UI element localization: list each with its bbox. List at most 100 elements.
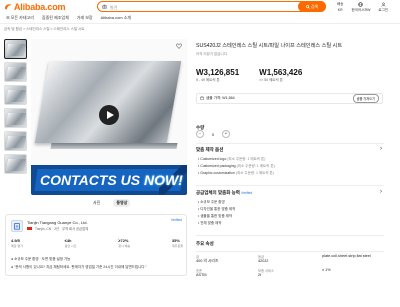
nav-trade-assurance[interactable]: 거래 보장 — [77, 15, 93, 21]
nav-featured-suppliers[interactable]: 집중된 제조업체 — [42, 15, 69, 21]
custom-option-note: (최소 주문량: 1 메트릭 톤) — [227, 157, 266, 161]
deliver-label: 배송 — [337, 2, 344, 6]
supplier-stats: 4.9/5 매장 평가 ≤4h 응답 시간 ≥72% 정시 배송 35% 재주문율 — [11, 238, 183, 248]
custom-option-name: Graphic customization — [200, 171, 235, 175]
supplier-capability-heading: 공급업체의 맞춤화 능력 Verified — [196, 190, 252, 196]
quantity-value[interactable]: 0 — [209, 132, 217, 137]
thumbnail[interactable] — [4, 39, 27, 59]
tab-video[interactable]: 동영상 — [113, 199, 131, 207]
attribute-value: 420J2 — [258, 259, 269, 263]
play-video-button[interactable] — [99, 105, 119, 125]
custom-option: • Customized logo (최소 주문량: 1 메트릭 톤) — [198, 157, 266, 161]
thumbnail-strip — [4, 39, 27, 177]
price-tiers: W3,126,851 5 - 49 메트릭 톤 W1,563,426 >= 50… — [196, 68, 302, 83]
thumbnail[interactable] — [4, 62, 27, 82]
price-moq: 5 - 49 메트릭 톤 — [196, 78, 220, 82]
price-tier: W3,126,851 5 - 49 메트릭 톤 — [196, 68, 239, 83]
price-value: W1,563,426 — [259, 68, 303, 77]
search-bar[interactable]: 발견 검색 — [97, 1, 326, 12]
attribute-row: 급 400 의 시리즈 등급 420J2 plate,coil,sheet,st… — [196, 252, 384, 266]
breadcrumb[interactable]: 금속 및 합금 > 스테인리스 스틸 > 스테인리스 스틸 시트 — [4, 27, 84, 32]
get-sample-button[interactable]: 샘플 가져오기 — [352, 94, 379, 103]
chevron-right-icon[interactable]: › — [380, 189, 382, 195]
thumbnail[interactable] — [4, 85, 27, 105]
supplier-meta: Tianjin, CN 2년 무역 회사 공급업체 — [27, 226, 88, 231]
building-icon — [14, 223, 20, 230]
capability-item: • 전체 맞춤 제작 — [198, 221, 222, 225]
steel-plate-image — [34, 61, 182, 143]
sample-icon — [200, 96, 204, 101]
price-moq: >= 50 메트릭 톤 — [259, 78, 283, 82]
custom-option-name: Customized packaging — [200, 164, 236, 168]
alibaba-logo[interactable]: Alibaba.com — [4, 2, 66, 12]
thumbnail[interactable] — [4, 108, 27, 128]
review-summary[interactable]: 아직 리뷰가 없습니다 — [196, 52, 227, 57]
language-label: 한국어-KRW — [351, 8, 371, 12]
decrease-button[interactable]: − — [196, 130, 204, 138]
supplier-type: 무역 회사 공급업체 — [62, 227, 89, 231]
supplier-country: Tianjin, CN — [35, 226, 52, 231]
camera-icon[interactable] — [102, 4, 107, 9]
divider — [196, 235, 384, 236]
supplier-name[interactable]: Tianjin Tiangang Guanye Co., Ltd. — [27, 220, 88, 225]
attribute-value: ASTM — [196, 273, 207, 277]
sample-price: 샘플 가격: W1,564 — [206, 96, 235, 100]
attribute-value: 400 의 시리즈 — [196, 259, 219, 263]
chevron-right-icon[interactable]: › — [380, 146, 382, 152]
capability-item: • 디자인을 통한 맞춤 제작 — [198, 207, 236, 211]
search-input[interactable]: 발견 — [110, 5, 117, 11]
verified-badge: Verified — [171, 218, 182, 222]
stat-value: 35% — [171, 238, 180, 243]
nav-all-categories[interactable]: ☰ 모든 카테고리 — [6, 15, 34, 21]
stat-value: ≤4h — [64, 238, 72, 243]
stat-label: 재주문율 — [171, 244, 183, 248]
tab-photo[interactable]: 사진 — [90, 199, 103, 207]
nav-about[interactable]: Alibaba.com 소개 — [101, 15, 131, 21]
deliver-to[interactable]: 배송 KR — [337, 2, 343, 13]
banner-text-main: CONTACTS US — [40, 172, 144, 188]
stat-value: 4.9/5 — [11, 238, 20, 243]
stat-value: ≥72% — [118, 238, 129, 243]
header-utilities: 배송 KR 한국어-KRW 로그인 — [337, 2, 388, 13]
divider — [196, 185, 384, 186]
thumbnail[interactable] — [4, 154, 27, 174]
price-value: W3,126,851 — [196, 68, 240, 77]
attribute-row: 표준 ASTM 보증 서비스 2t ± 1% — [196, 266, 384, 279]
attribute-value: plate,coil,sheet,strip,flat steel — [322, 254, 371, 258]
thumbnail[interactable] — [4, 131, 27, 151]
banner-text-now: NOW! — [143, 172, 183, 188]
custom-option: • Customized packaging (최소 주문량: 1 메트릭 톤) — [198, 164, 275, 168]
customization-heading: 맞춤 제작 옵션 — [196, 147, 224, 152]
top-header: Alibaba.com ☰ 모든 카테고리 집중된 제조업체 거래 보장 Ali… — [0, 0, 400, 24]
increase-button[interactable]: + — [222, 130, 230, 138]
divider — [196, 143, 384, 144]
sample-price-row: 샘플 가격: W1,564 샘플 가져오기 — [196, 93, 383, 104]
quantity-stepper[interactable]: − 0 + — [196, 130, 230, 138]
stat-rating: 4.9/5 매장 평가 — [11, 238, 23, 248]
search-button[interactable]: 검색 — [298, 1, 326, 12]
stat-label: 응답 시간 — [64, 244, 77, 248]
favorite-heart-icon[interactable] — [176, 43, 182, 49]
supplier-logo[interactable] — [11, 220, 23, 232]
custom-option-note: (최소 주문량: 1 메트릭 톤) — [235, 171, 274, 175]
account-menu[interactable]: 로그인 — [378, 2, 388, 13]
deliver-value: KR — [337, 8, 343, 12]
play-icon — [106, 111, 114, 119]
capability-item: • 소규모 주문 환영 — [198, 200, 225, 204]
capability-item: • 샘플을 통한 맞춤 제작 — [198, 214, 233, 218]
supplier-years: 2년 — [54, 227, 60, 231]
stat-ontime: ≥72% 정시 배송 — [118, 238, 130, 248]
stat-label: 매장 평가 — [11, 244, 23, 248]
language-selector[interactable]: 한국어-KRW — [351, 2, 370, 13]
capability-verified-badge: Verified — [241, 191, 253, 195]
attribute-value: ± 1% — [322, 268, 331, 272]
account-label: 로그인 — [378, 8, 389, 12]
product-title: SUS420J2 스테인레스 스틸 시트/파일 나이프 스테인레스 스틸 시트 — [196, 43, 343, 49]
attribute-value: 2t — [258, 273, 262, 277]
top-nav: ☰ 모든 카테고리 집중된 제조업체 거래 보장 Alibaba.com 소개 — [6, 15, 131, 21]
main-product-image[interactable]: CONTACTS US NOW! — [31, 39, 187, 195]
logo-text: Alibaba.com — [14, 2, 66, 12]
supplier-card: Tianjin Tiangang Guanye Co., Ltd. Tianji… — [5, 214, 187, 276]
stat-label: 정시 배송 — [118, 244, 131, 248]
custom-option-name: Customized logo — [200, 157, 227, 161]
